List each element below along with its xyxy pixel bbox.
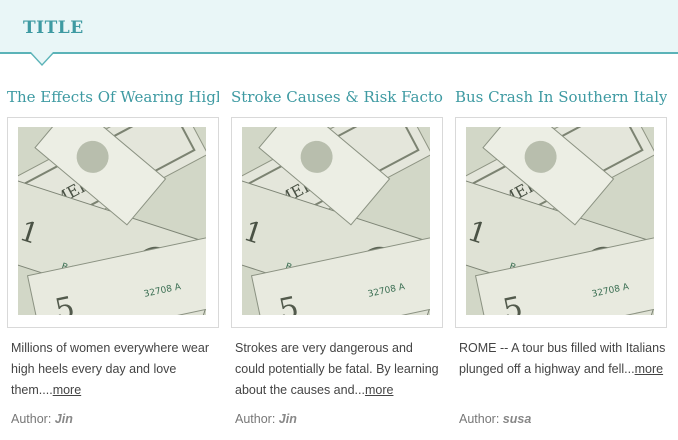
article-author: Author: susa (459, 412, 532, 426)
article-title-link[interactable]: Bus Crash In Southern Italy (455, 86, 667, 108)
article-card: The Effects Of Wearing High AMERICA 1 B … (7, 86, 219, 401)
article-excerpt: Millions of women everywhere wear high h… (11, 341, 209, 397)
article-excerpt: ROME -- A tour bus filled with Italians … (459, 341, 666, 376)
article-excerpt: Strokes are very dangerous and could pot… (235, 341, 439, 397)
author-name: Jin (278, 412, 297, 426)
article-author: Author: Jin (235, 412, 297, 426)
dollar-bills-image: AMERICA 1 B 94 8 5 2 D 5 32708 A (18, 127, 206, 315)
article-card: Bus Crash In Southern Italy AMERICA 1 B … (455, 86, 667, 380)
dollar-bills-image: AMERICA 1 B 94 8 5 2 D 5 32708 A (466, 127, 654, 315)
article-card: Stroke Causes & Risk Factor AMERICA 1 B … (231, 86, 443, 401)
dollar-bills-image: AMERICA 1 B 94 8 5 2 D 5 32708 A (242, 127, 430, 315)
article-author: Author: Jin (11, 412, 73, 426)
more-link[interactable]: more (53, 383, 81, 397)
article-thumbnail[interactable]: AMERICA 1 B 94 8 5 2 D 5 32708 A (466, 127, 654, 315)
author-name: Jin (54, 412, 73, 426)
article-thumbnail-frame: AMERICA 1 B 94 8 5 2 D 5 32708 A (455, 117, 667, 328)
more-link[interactable]: more (635, 362, 663, 376)
section-title: TITLE (23, 18, 84, 38)
article-thumbnail[interactable]: AMERICA 1 B 94 8 5 2 D 5 32708 A (242, 127, 430, 315)
header-notch-fill (31, 52, 53, 64)
author-name: susa (502, 412, 532, 426)
article-thumbnail[interactable]: AMERICA 1 B 94 8 5 2 D 5 32708 A (18, 127, 206, 315)
article-thumbnail-frame: AMERICA 1 B 94 8 5 2 D 5 32708 A (7, 117, 219, 328)
article-title-link[interactable]: Stroke Causes & Risk Factor (231, 86, 443, 108)
article-thumbnail-frame: AMERICA 1 B 94 8 5 2 D 5 32708 A (231, 117, 443, 328)
section-header: TITLE (0, 0, 678, 54)
article-title-link[interactable]: The Effects Of Wearing High (7, 86, 219, 108)
more-link[interactable]: more (365, 383, 393, 397)
